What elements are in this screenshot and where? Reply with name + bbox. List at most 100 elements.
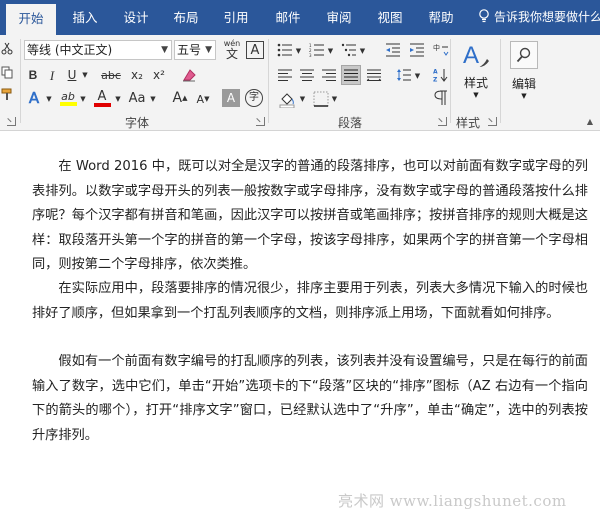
chevron-down-icon[interactable]: ▼ (413, 70, 422, 82)
lightbulb-icon (479, 9, 489, 23)
phonetic-char: 文 (225, 47, 238, 61)
text-effects-button[interactable]: A (24, 88, 44, 108)
enclose-char-button[interactable]: 字 (245, 89, 263, 107)
document-paragraph-3[interactable]: 假如有一个前面有数字编号的打乱顺序的列表，该列表并没有设置编号，只是在每行的前面… (32, 350, 588, 448)
chevron-down-icon[interactable]: ▼ (44, 93, 54, 105)
highlight-button[interactable]: ab (58, 87, 78, 109)
chevron-down-icon: ▼ (161, 45, 168, 55)
cut-icon[interactable] (0, 41, 14, 55)
tell-me-search[interactable]: 告诉我你想要做什么 (478, 0, 600, 35)
phonetic-guide-icon[interactable]: wén 文 (222, 39, 242, 61)
tab-layout[interactable]: 布局 (162, 0, 210, 35)
tab-home[interactable]: 开始 (6, 4, 56, 35)
collapse-ribbon-icon[interactable]: ▲ (584, 117, 596, 127)
ribbon-tab-bar: 开始 插入 设计 布局 引用 邮件 审阅 视图 帮助 告诉我你想要做什么 (0, 0, 600, 35)
watermark: 亮术网 www.liangshunet.com (338, 492, 567, 510)
italic-button[interactable]: I (44, 66, 60, 84)
chevron-down-icon[interactable]: ▼ (298, 93, 307, 105)
chevron-down-icon[interactable]: ▼ (113, 93, 123, 105)
chevron-down-icon: ▼ (521, 92, 527, 100)
decrease-indent-icon[interactable] (384, 41, 402, 59)
paragraph-dialog-launcher[interactable] (438, 117, 447, 126)
highlight-color-bar (59, 101, 77, 106)
align-left-icon[interactable] (276, 66, 294, 84)
caret-down-icon: ▼ (204, 94, 210, 103)
chevron-down-icon[interactable]: ▼ (148, 93, 158, 105)
chevron-down-icon[interactable]: ▼ (78, 93, 88, 105)
document-paragraph-2[interactable]: 在实际应用中，段落要排序的情况很少，排序主要用于列表，列表大多情况下输入的时候也… (32, 277, 588, 326)
chevron-down-icon[interactable]: ▼ (330, 93, 339, 105)
tab-mailings[interactable]: 邮件 (263, 0, 313, 35)
editing-button[interactable]: 编辑 ▼ (506, 41, 542, 111)
shrink-font-glyph: A (196, 92, 205, 106)
sort-icon[interactable]: AZ (432, 66, 450, 84)
font-group-label: 字体 (125, 116, 150, 130)
distributed-icon[interactable] (365, 66, 383, 84)
grow-font-glyph: A (172, 90, 183, 106)
group-separator (500, 39, 501, 123)
bullets-icon[interactable] (276, 41, 294, 59)
tab-references[interactable]: 引用 (212, 0, 260, 35)
copy-icon[interactable] (0, 65, 14, 79)
font-color-button[interactable]: A (92, 87, 112, 109)
chevron-down-icon[interactable]: ▼ (358, 45, 367, 57)
font-name-combo[interactable]: 等线 (中文正文) ▼ (24, 40, 172, 60)
chevron-down-icon[interactable]: ▼ (326, 45, 335, 57)
svg-text:Z: Z (433, 77, 438, 84)
clipboard-launcher[interactable] (7, 117, 16, 126)
format-painter-icon[interactable] (0, 87, 14, 101)
styles-icon: A (463, 42, 489, 69)
styles-dialog-launcher[interactable] (488, 117, 497, 126)
align-center-icon[interactable] (298, 66, 316, 84)
change-case-button[interactable]: Aa (126, 88, 148, 108)
subscript-button[interactable]: x₂ (128, 66, 146, 84)
char-border-icon[interactable]: A (246, 41, 264, 59)
borders-icon[interactable] (312, 90, 330, 108)
tab-insert[interactable]: 插入 (60, 0, 110, 35)
font-size-value: 五号 (177, 43, 202, 57)
paragraph-group-label: 段落 (338, 116, 363, 130)
chevron-down-icon[interactable]: ▼ (294, 45, 303, 57)
show-marks-icon[interactable] (432, 89, 450, 107)
chevron-down-icon[interactable]: ▼ (80, 69, 90, 81)
ribbon: 等线 (中文正文) ▼ 五号 ▼ wén 文 A B I U ▼ abc x₂ … (0, 35, 600, 131)
justify-icon[interactable] (341, 65, 361, 85)
numbering-icon[interactable]: 123 (308, 41, 326, 59)
styles-button-label: 样式 (463, 76, 488, 90)
chinese-layout-icon[interactable]: 中 (432, 41, 450, 59)
styles-button[interactable]: A 样式 ▼ (456, 41, 496, 113)
font-name-value: 等线 (中文正文) (27, 43, 113, 57)
svg-text:中: 中 (433, 43, 440, 52)
svg-text:A: A (463, 42, 479, 69)
font-color-bar (93, 102, 111, 107)
svg-text:3: 3 (309, 53, 312, 57)
shrink-font-button[interactable]: A ▼ (194, 90, 212, 108)
shading-icon[interactable] (278, 89, 298, 109)
line-spacing-icon[interactable] (395, 66, 413, 84)
multilevel-list-icon[interactable] (340, 41, 358, 59)
tab-design[interactable]: 设计 (112, 0, 160, 35)
chevron-down-icon: ▼ (473, 91, 479, 99)
align-right-icon[interactable] (320, 66, 338, 84)
bold-button[interactable]: B (25, 66, 41, 84)
clear-formatting-icon[interactable] (180, 66, 198, 84)
font-dialog-launcher[interactable] (256, 117, 265, 126)
char-shading-button[interactable]: A (222, 89, 240, 107)
increase-indent-icon[interactable] (408, 41, 426, 59)
strikethrough-button[interactable]: abc (96, 66, 126, 84)
document-paragraph-1[interactable]: 在 Word 2016 中，既可以对全是汉字的普通的段落排序，也可以对前面有数字… (32, 155, 588, 278)
caret-up-icon: ▲ (182, 93, 188, 102)
font-size-combo[interactable]: 五号 ▼ (174, 40, 216, 60)
group-separator (20, 39, 21, 123)
tab-review[interactable]: 审阅 (314, 0, 364, 35)
superscript-button[interactable]: x² (150, 66, 168, 84)
chevron-down-icon: ▼ (205, 45, 212, 55)
tab-view[interactable]: 视图 (365, 0, 415, 35)
tab-help[interactable]: 帮助 (416, 0, 466, 35)
svg-text:A: A (433, 69, 438, 76)
tell-me-text: 告诉我你想要做什么 (494, 10, 600, 24)
grow-font-button[interactable]: A ▲ (170, 88, 190, 108)
editing-button-label: 编辑 (511, 77, 536, 91)
search-icon (510, 41, 538, 69)
underline-button[interactable]: U (64, 66, 80, 84)
